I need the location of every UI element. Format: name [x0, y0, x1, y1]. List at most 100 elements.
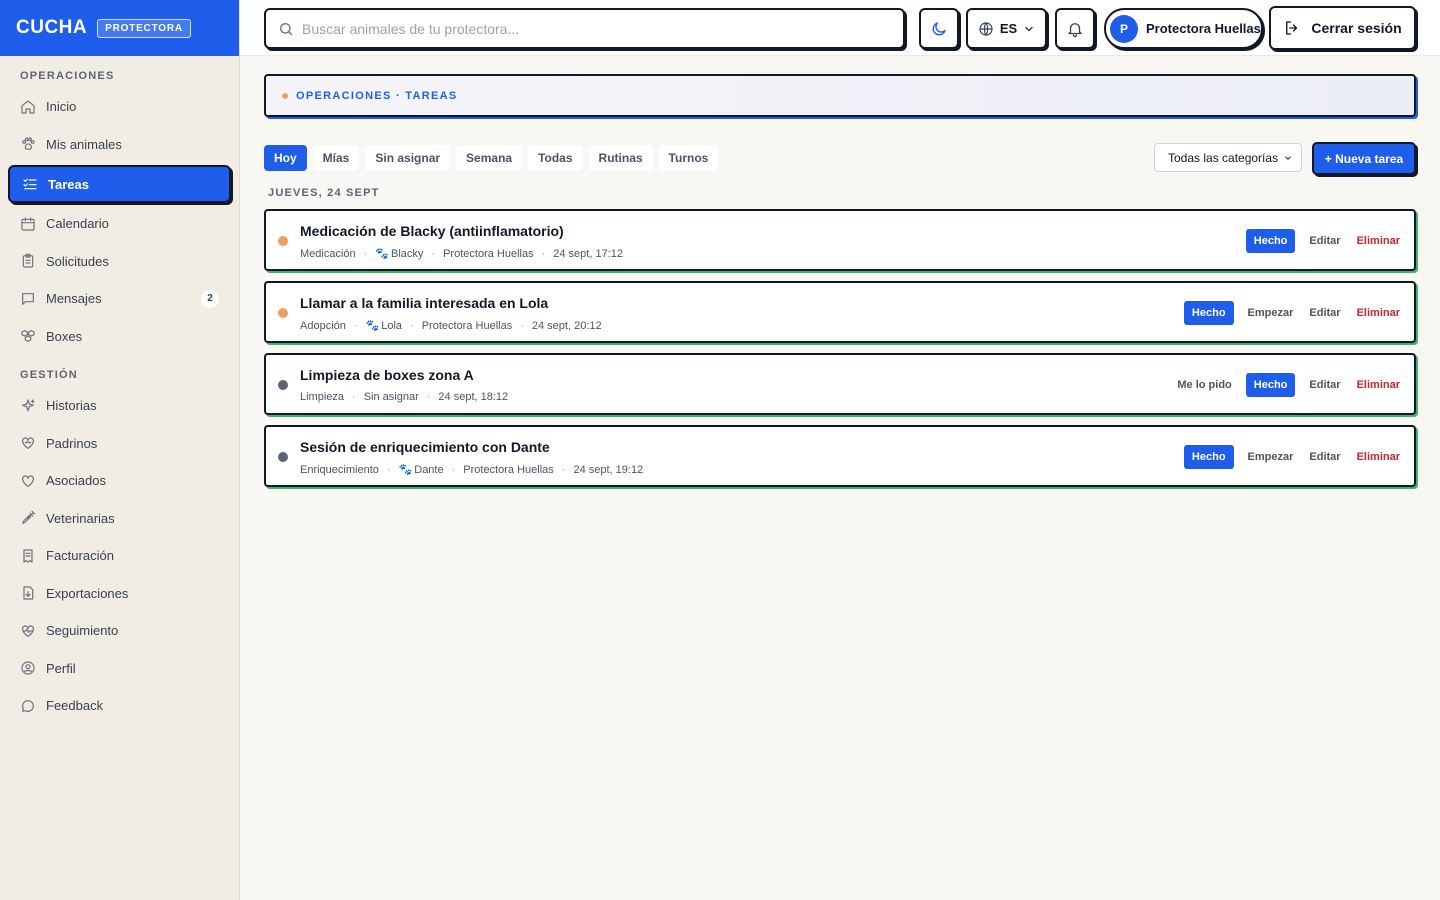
- task-category: Limpieza: [300, 391, 345, 403]
- separator: ·: [561, 463, 566, 476]
- sidebar-item-label: Calendario: [46, 216, 109, 232]
- message-icon: [22, 292, 34, 305]
- sidebar-item-veterinarias[interactable]: Veterinarias: [8, 500, 231, 538]
- avatar: P: [1110, 14, 1138, 43]
- brand-header[interactable]: CUCHA PROTECTORA: [0, 0, 239, 56]
- task-title: Llamar a la familia interesada en Lola: [300, 295, 549, 311]
- sidebar-item-feedback[interactable]: Feedback: [8, 687, 231, 725]
- filter-turnos[interactable]: Turnos: [658, 145, 719, 171]
- sidebar-item-label: Mensajes: [46, 291, 102, 307]
- task-category: Adopción: [300, 319, 346, 332]
- filter-mias[interactable]: Mías: [312, 145, 360, 171]
- search-box[interactable]: [264, 8, 905, 49]
- done-button[interactable]: Hecho: [1245, 229, 1296, 253]
- separator: ·: [451, 463, 456, 476]
- task-title: Sesión de enriquecimiento con Dante: [300, 439, 550, 455]
- sidebar-item-label: Boxes: [46, 328, 83, 344]
- sidebar-item-mis-animales[interactable]: Mis animales: [8, 126, 231, 164]
- boxes-icon: [21, 330, 35, 343]
- section-label-gestion: GESTIÓN: [20, 369, 78, 381]
- sidebar-item-tareas[interactable]: Tareas: [8, 165, 231, 203]
- task-actions: Me lo pido Hecho Editar Eliminar: [1175, 373, 1402, 397]
- sidebar-item-label: Historias: [46, 398, 97, 414]
- sidebar-item-seguimiento[interactable]: Seguimiento: [8, 612, 231, 650]
- edit-button[interactable]: Editar: [1307, 235, 1342, 247]
- delete-button[interactable]: Eliminar: [1355, 235, 1402, 247]
- receipt-icon: [23, 549, 33, 563]
- theme-toggle-button[interactable]: [919, 8, 959, 49]
- globe-icon: [979, 21, 993, 36]
- filter-todas[interactable]: Todas: [528, 145, 583, 171]
- sidebar-item-label: Veterinarias: [46, 510, 115, 526]
- paw-icon: 🐾: [365, 320, 380, 332]
- chevron-down-icon: [1285, 155, 1291, 160]
- delete-button[interactable]: Eliminar: [1355, 379, 1402, 391]
- sidebar-item-label: Feedback: [46, 698, 104, 714]
- priority-dot: [278, 452, 288, 462]
- task-card[interactable]: Limpieza de boxes zona A Limpieza · Sin …: [264, 353, 1416, 415]
- category-select-value: Todas las categorías: [1168, 150, 1279, 165]
- heart-pulse-icon: [22, 625, 34, 637]
- task-animal: 🐾 Lola: [366, 319, 403, 332]
- heart-handshake-icon: [22, 437, 34, 450]
- claim-button[interactable]: Me lo pido: [1175, 379, 1233, 391]
- edit-button[interactable]: Editar: [1307, 379, 1342, 391]
- paw-icon: 🐾: [398, 464, 413, 476]
- sidebar-item-label: Exportaciones: [46, 585, 129, 601]
- filter-sin-asignar[interactable]: Sin asignar: [365, 145, 451, 171]
- task-category: Enriquecimiento: [300, 463, 379, 476]
- task-animal-name: Dante: [414, 464, 444, 476]
- search-input[interactable]: [302, 20, 882, 37]
- language-select[interactable]: ES: [966, 8, 1047, 49]
- new-task-button[interactable]: + Nueva tarea: [1312, 142, 1416, 175]
- filter-hoy[interactable]: Hoy: [264, 145, 307, 171]
- start-button[interactable]: Empezar: [1246, 307, 1296, 319]
- breadcrumb-text: OPERACIONES · TAREAS: [296, 89, 458, 102]
- sidebar-item-historias[interactable]: Historias: [8, 387, 231, 425]
- task-card[interactable]: Llamar a la familia interesada en Lola A…: [264, 281, 1416, 343]
- task-meta: Enriquecimiento · 🐾 Dante · Protectora Hu…: [300, 463, 643, 477]
- user-name: Protectora Huellas: [1146, 21, 1261, 36]
- done-button[interactable]: Hecho: [1245, 373, 1296, 397]
- language-label: ES: [999, 21, 1018, 36]
- task-card[interactable]: Medicación de Blacky (antiinflamatorio) …: [264, 209, 1416, 271]
- chevron-down-icon: [1025, 26, 1033, 31]
- heart-icon: [22, 475, 34, 487]
- sidebar-item-perfil[interactable]: Perfil: [8, 650, 231, 688]
- logout-button[interactable]: Cerrar sesión: [1269, 6, 1416, 50]
- sidebar-item-label: Seguimiento: [46, 623, 119, 639]
- edit-button[interactable]: Editar: [1307, 451, 1342, 463]
- sidebar-item-boxes[interactable]: Boxes: [8, 318, 231, 356]
- edit-button[interactable]: Editar: [1307, 307, 1342, 319]
- category-select[interactable]: Todas las categorías: [1154, 143, 1302, 172]
- filter-semana[interactable]: Semana: [456, 145, 523, 171]
- priority-dot: [278, 380, 288, 390]
- done-button[interactable]: Hecho: [1183, 445, 1234, 469]
- notifications-button[interactable]: [1055, 8, 1095, 49]
- sidebar-item-label: Padrinos: [46, 435, 98, 451]
- sidebar-item-facturacion[interactable]: Facturación: [8, 537, 231, 575]
- task-card[interactable]: Sesión de enriquecimiento con Dante Enri…: [264, 425, 1416, 487]
- task-title: Medicación de Blacky (antiinflamatorio): [300, 223, 564, 239]
- start-button[interactable]: Empezar: [1246, 451, 1296, 463]
- sidebar-item-inicio[interactable]: Inicio: [8, 88, 231, 126]
- file-download-icon: [23, 586, 34, 600]
- task-meta: Limpieza · Sin asignar · 24 sept, 18:12: [300, 391, 508, 403]
- user-menu-button[interactable]: P Protectora Huellas: [1104, 8, 1263, 49]
- sidebar-item-padrinos[interactable]: Padrinos: [8, 425, 231, 463]
- sidebar-item-solicitudes[interactable]: Solicitudes: [8, 243, 231, 281]
- task-assignee: Protectora Huellas: [443, 247, 534, 260]
- delete-button[interactable]: Eliminar: [1355, 307, 1402, 319]
- done-button[interactable]: Hecho: [1183, 301, 1234, 325]
- sidebar-item-mensajes[interactable]: Mensajes 2: [8, 280, 231, 318]
- delete-button[interactable]: Eliminar: [1355, 451, 1402, 463]
- section-label-operaciones: OPERACIONES: [20, 70, 115, 82]
- separator: ·: [353, 319, 358, 332]
- task-meta: Adopción · 🐾 Lola · Protectora Huellas · …: [300, 319, 602, 333]
- sidebar-item-calendario[interactable]: Calendario: [8, 205, 231, 243]
- sidebar-item-label: Perfil: [46, 660, 76, 676]
- sidebar-item-exportaciones[interactable]: Exportaciones: [8, 575, 231, 613]
- sidebar-item-asociados[interactable]: Asociados: [8, 462, 231, 500]
- priority-dot: [278, 308, 288, 318]
- filter-rutinas[interactable]: Rutinas: [588, 145, 653, 171]
